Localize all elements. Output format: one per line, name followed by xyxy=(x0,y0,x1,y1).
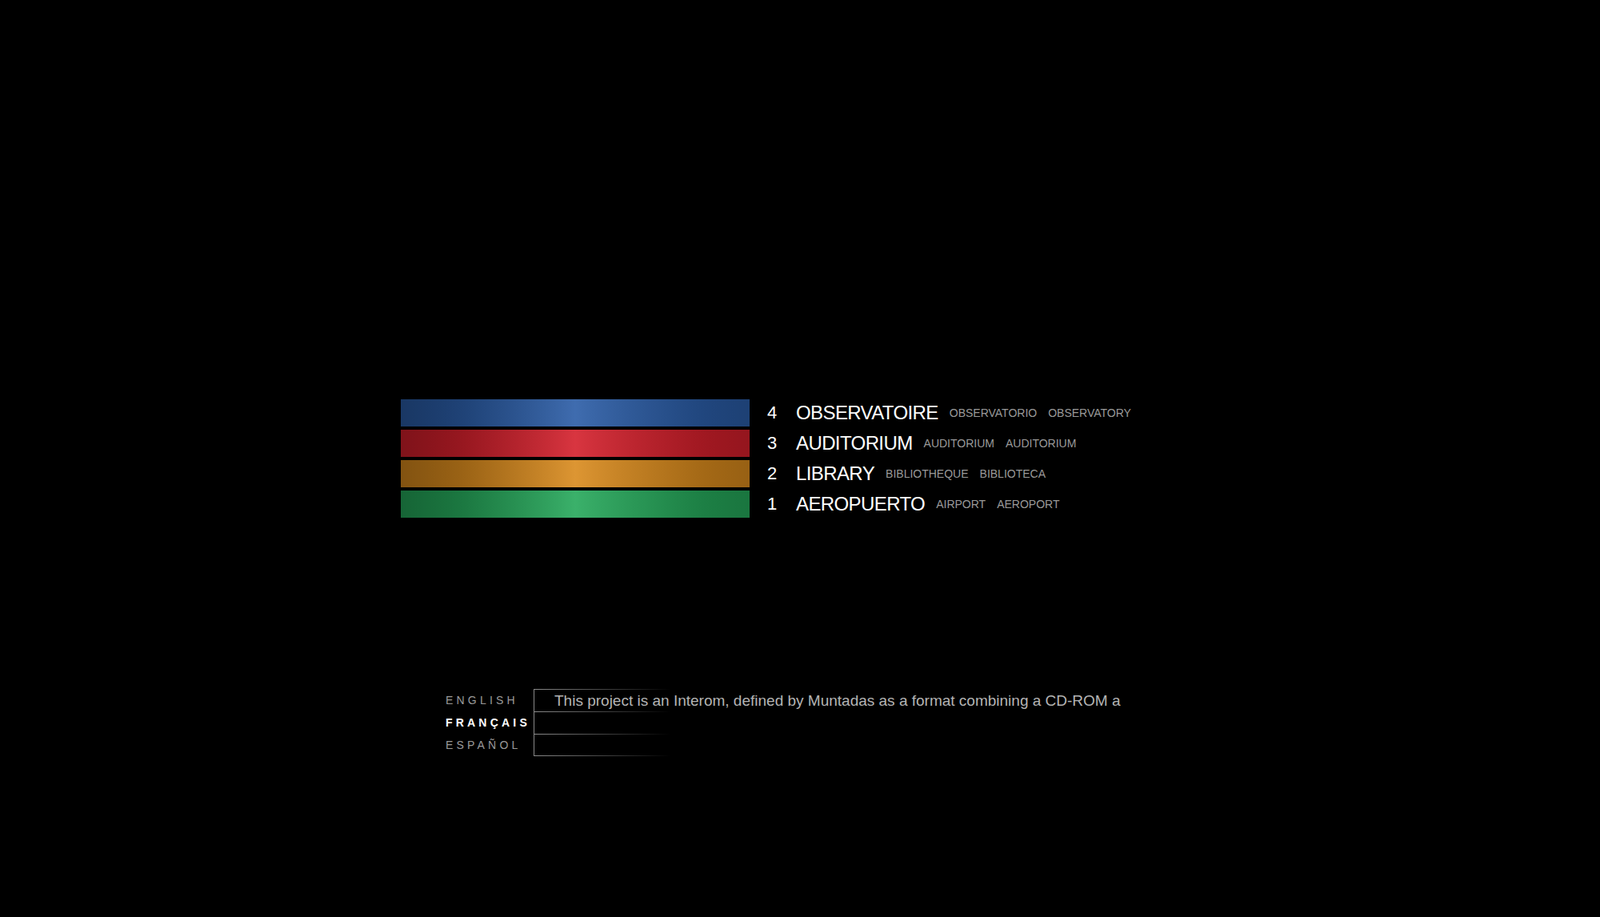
menu-number: 3 xyxy=(767,434,792,452)
text-box xyxy=(533,733,1600,756)
menu-image-strip[interactable] xyxy=(400,399,750,427)
strip-shading xyxy=(400,429,750,457)
menu-translation: OBSERVATORY xyxy=(1048,407,1132,419)
menu-item[interactable]: 3AUDITORIUMAUDITORIUMAUDITORIUM xyxy=(400,429,1600,457)
text-box xyxy=(533,711,1600,734)
menu-translation: BIBLIOTHEQUE xyxy=(885,468,968,480)
menu-title: AEROPUERTO xyxy=(796,494,925,514)
menu-translation: AIRPORT xyxy=(936,498,986,510)
language-option[interactable]: ENGLISH xyxy=(445,688,534,712)
box-top-line xyxy=(534,688,671,690)
menu-translation: AUDITORIUM xyxy=(924,437,995,449)
menu-number: 4 xyxy=(767,404,792,422)
language-panel: ENGLISHThis project is an Interom, defin… xyxy=(445,688,1600,756)
language-row: FRANÇAIS xyxy=(445,711,1600,734)
menu-title: AUDITORIUM xyxy=(796,433,913,453)
strip-shading xyxy=(400,460,750,488)
menu-title: LIBRARY xyxy=(796,464,875,484)
menu-image-strip[interactable] xyxy=(400,460,750,488)
language-row: ENGLISHThis project is an Interom, defin… xyxy=(445,688,1600,712)
menu-image-strip[interactable] xyxy=(400,490,750,518)
strip-shading xyxy=(400,399,750,427)
strip-shading xyxy=(400,490,750,518)
menu-translation: BIBLIOTECA xyxy=(980,468,1046,480)
menu-number: 2 xyxy=(767,464,792,483)
menu-item[interactable]: 1AEROPUERTO AIRPORT AEROPORT xyxy=(400,490,1600,518)
menu-translation: AEROPORT xyxy=(996,498,1060,510)
section-menu: 4OBSERVATOIREOBSERVATORIOOBSERVATORY3AUD… xyxy=(400,399,1600,518)
menu-title: OBSERVATOIRE xyxy=(796,403,939,423)
box-top-line xyxy=(534,711,671,712)
language-option[interactable]: ESPAÑOL xyxy=(445,733,534,756)
menu-image-strip[interactable] xyxy=(400,429,750,457)
menu-number: 1 xyxy=(767,495,792,513)
menu-item[interactable]: 2LIBRARY BIBLIOTHEQUE BIBLIOTECA xyxy=(400,460,1600,488)
description-text: This project is an Interom, defined by M… xyxy=(534,692,1121,708)
menu-item[interactable]: 4OBSERVATOIRE OBSERVATORIO OBSERVATORY xyxy=(400,399,1600,427)
language-row: ESPAÑOL xyxy=(445,733,1600,756)
menu-translation: OBSERVATORIO xyxy=(949,407,1037,419)
page: 4OBSERVATOIREOBSERVATORIOOBSERVATORY3AUD… xyxy=(0,0,1600,917)
menu-translation: AUDITORIUM xyxy=(1005,437,1076,449)
text-box: This project is an Interom, defined by M… xyxy=(533,688,1600,712)
language-option[interactable]: FRANÇAIS xyxy=(445,711,534,734)
box-bottom-line xyxy=(534,755,671,756)
box-top-line xyxy=(534,733,671,735)
